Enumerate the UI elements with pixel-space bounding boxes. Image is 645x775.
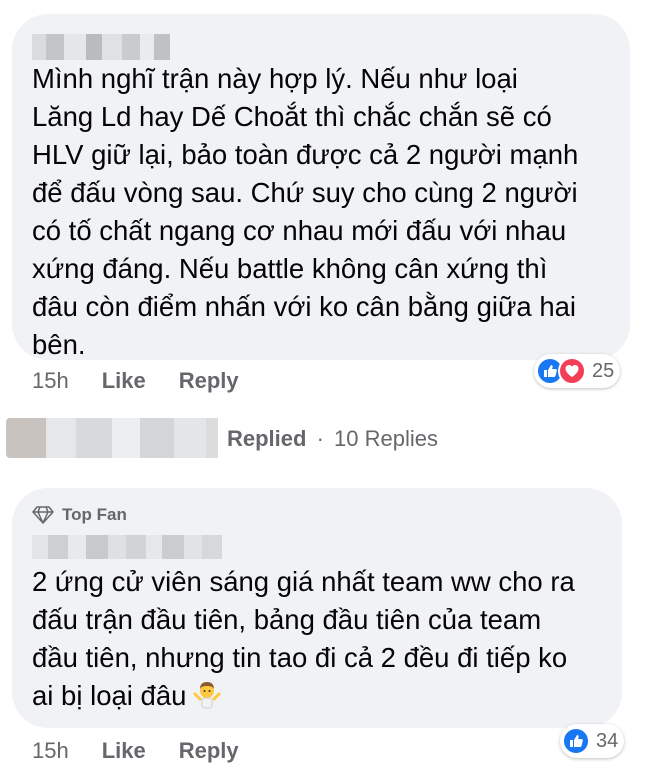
blurred-author-name-1[interactable] xyxy=(32,34,170,60)
love-icon xyxy=(558,357,586,385)
like-button[interactable]: Like xyxy=(102,738,146,764)
comment-actions-2: 15h Like Reply xyxy=(32,738,272,764)
reaction-count: 25 xyxy=(592,359,615,382)
shrugging-person-emoji xyxy=(193,682,221,709)
comment-text-2-body: 2 ứng cử viên sáng giá nhất team ww cho … xyxy=(32,566,575,711)
comment-text-1: Mình nghĩ trận này hợp lý. Nếu như loại … xyxy=(32,63,579,360)
top-fan-badge: Top Fan xyxy=(32,505,127,525)
replied-label: Replied xyxy=(227,426,307,451)
replies-link[interactable]: Replied · 10 Replies xyxy=(227,426,438,452)
top-fan-label: Top Fan xyxy=(62,505,127,524)
comment-text-2: 2 ứng cử viên sáng giá nhất team ww cho … xyxy=(32,563,612,715)
view-replies-row[interactable]: Replied · 10 Replies xyxy=(0,416,645,460)
like-icon xyxy=(562,727,590,755)
comment-actions-1: 15h Like Reply xyxy=(32,368,272,394)
comment-time[interactable]: 15h xyxy=(32,738,69,764)
blurred-author-name-2[interactable] xyxy=(32,535,222,559)
replies-count: 10 Replies xyxy=(334,426,438,451)
like-button[interactable]: Like xyxy=(102,368,146,394)
reaction-summary-1[interactable]: 25 xyxy=(534,354,621,388)
reply-button[interactable]: Reply xyxy=(179,738,239,764)
comment-time[interactable]: 15h xyxy=(32,368,69,394)
separator-dot: · xyxy=(316,426,324,451)
diamond-icon xyxy=(32,506,54,524)
blurred-replier-avatar-and-name xyxy=(6,418,218,458)
reaction-summary-2[interactable]: 34 xyxy=(560,724,625,758)
reply-button[interactable]: Reply xyxy=(179,368,239,394)
reaction-count: 34 xyxy=(596,729,619,752)
